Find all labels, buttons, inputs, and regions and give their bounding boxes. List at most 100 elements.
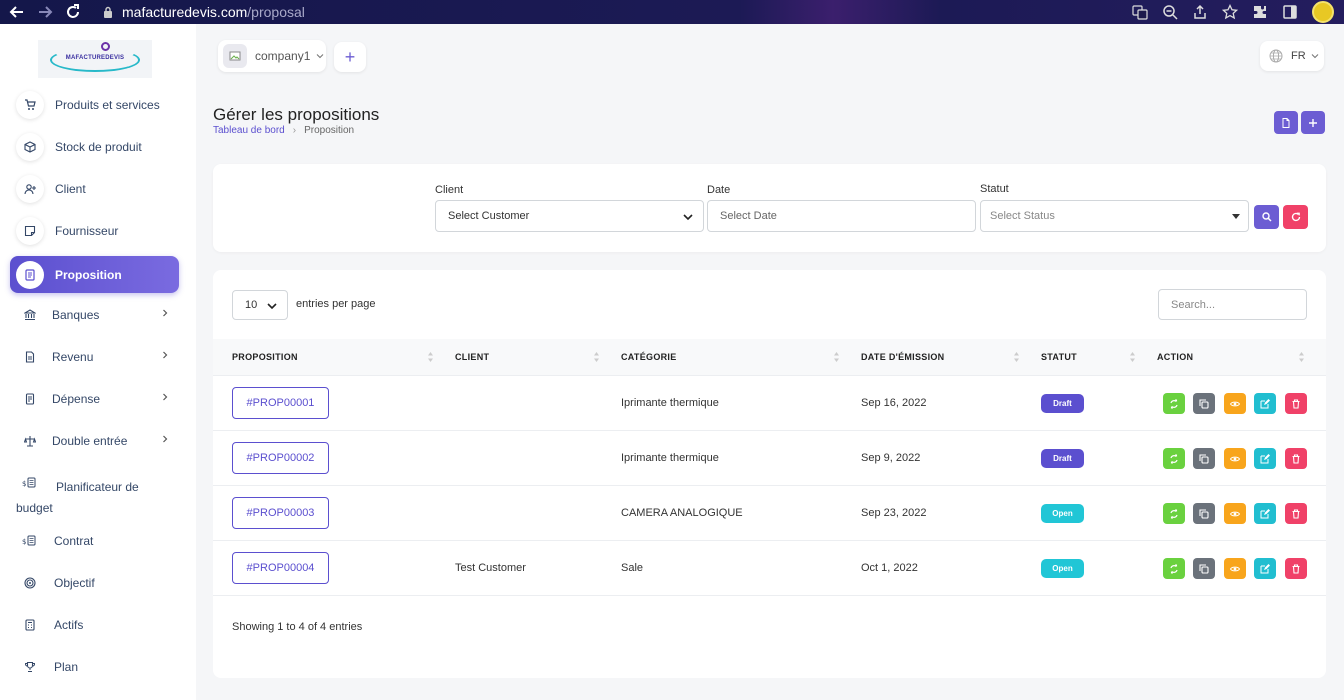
sidebar-item-label: Produits et services [55,97,160,112]
sidebar-item-label: Proposition [55,267,122,282]
search-icon [1261,212,1272,222]
column-header-proposition[interactable]: PROPOSITION [232,352,298,362]
sidebar-item-planificateur[interactable]: $ Planificateur de budget [16,470,176,515]
language-label: FR [1291,50,1306,62]
sidebar-item-label: Planificateur de budget [16,480,139,515]
breadcrumb-home-link[interactable]: Tableau de bord [213,125,285,136]
sidebar-item-label: Contrat [54,533,94,548]
column-header-client[interactable]: CLIENT [455,352,489,362]
sidebar-item-label: Dépense [52,391,101,406]
column-header-categorie[interactable]: CATÉGORIE [621,352,677,362]
delete-button[interactable] [1285,393,1307,414]
add-company-button[interactable]: + [334,42,366,72]
bookmark-star-icon[interactable] [1222,4,1238,20]
edit-button[interactable] [1254,448,1276,469]
scale-icon [17,426,43,455]
sidebar-item-plan[interactable]: Plan [10,648,179,685]
sidebar-item-actifs[interactable]: Actifs [10,606,179,643]
delete-button[interactable] [1285,558,1307,579]
category-cell: Sale [621,562,644,574]
client-select[interactable]: Select Customer [435,200,704,232]
convert-button[interactable] [1163,393,1185,414]
address-bar[interactable]: mafacturedevis.com/proposal [102,0,305,24]
sidebar-item-contrat[interactable]: $ Contrat [10,522,179,559]
view-button[interactable] [1224,393,1246,414]
sidebar-item-depense[interactable]: Dépense [10,380,179,417]
column-header-statut[interactable]: STATUT [1041,352,1077,362]
sort-icon[interactable] [833,351,840,363]
language-selector[interactable]: FR [1260,41,1324,71]
sidebar-item-objectif[interactable]: Objectif [10,564,179,601]
table-search-input[interactable] [1158,289,1307,320]
sidebar-item-fournisseur[interactable]: Fournisseur [10,212,179,249]
chevron-down-icon [316,54,324,59]
app-logo[interactable]: MAFACTUREDEVIS [38,40,152,78]
client-filter-label: Client [435,184,464,196]
edit-button[interactable] [1254,393,1276,414]
edit-button[interactable] [1254,558,1276,579]
sort-icon[interactable] [1298,351,1305,363]
duplicate-button[interactable] [1193,393,1215,414]
translate-icon[interactable] [1132,4,1148,20]
sidebar-item-produits[interactable]: Produits et services [10,86,179,123]
reload-icon [67,4,79,18]
convert-button[interactable] [1163,558,1185,579]
sidebar-item-stock[interactable]: Stock de produit [10,128,179,165]
export-button[interactable] [1274,111,1298,134]
reload-button[interactable] [62,1,84,23]
view-button[interactable] [1224,558,1246,579]
delete-button[interactable] [1285,448,1307,469]
entries-per-page-select[interactable]: 10 [232,290,288,320]
reset-filter-button[interactable] [1283,205,1308,229]
sidebar-item-banques[interactable]: Banques [10,296,179,333]
back-button[interactable] [6,1,28,23]
column-header-action: ACTION [1157,352,1194,362]
copy-icon [1199,398,1209,409]
view-button[interactable] [1224,448,1246,469]
profile-avatar[interactable] [1312,1,1334,23]
status-select[interactable]: Select Status [980,200,1249,232]
target-icon [17,568,43,597]
forward-button[interactable] [34,1,56,23]
duplicate-button[interactable] [1193,558,1215,579]
trash-icon [1292,398,1300,409]
sidebar-item-proposition[interactable]: Proposition [10,256,179,293]
category-cell: Iprimante thermique [621,397,719,409]
convert-button[interactable] [1163,448,1185,469]
client-cell: Test Customer [455,562,526,574]
edit-button[interactable] [1254,503,1276,524]
search-filter-button[interactable] [1254,205,1279,229]
proposal-id-button[interactable]: #PROP00002 [232,442,329,474]
proposal-id-button[interactable]: #PROP00001 [232,387,329,419]
date-input[interactable]: Select Date [707,200,976,232]
sort-icon[interactable] [593,351,600,363]
client-select-value: Select Customer [448,210,530,222]
duplicate-button[interactable] [1193,503,1215,524]
sort-icon[interactable] [427,351,434,363]
chevron-right-icon [163,435,168,443]
sidebar-item-client[interactable]: Client [10,170,179,207]
sort-icon[interactable] [1013,351,1020,363]
proposal-id-button[interactable]: #PROP00004 [232,552,329,584]
caret-down-icon [1232,214,1240,219]
zoom-out-icon[interactable] [1162,4,1178,20]
delete-button[interactable] [1285,503,1307,524]
entries-per-page-value: 10 [245,299,258,311]
share-icon[interactable] [1192,4,1208,20]
sidebar-item-double-entree[interactable]: Double entrée [10,422,179,459]
convert-button[interactable] [1163,503,1185,524]
duplicate-button[interactable] [1193,448,1215,469]
status-badge: Open [1041,504,1084,523]
company-selector[interactable]: company1 [218,40,326,72]
extensions-icon[interactable] [1252,4,1268,20]
sidebar-item-revenu[interactable]: Revenu [10,338,179,375]
logo-text: MAFACTUREDEVIS [65,55,125,61]
sidebar-item-label: Stock de produit [55,139,142,154]
sort-icon[interactable] [1129,351,1136,363]
column-header-date-emission[interactable]: DATE D'ÉMISSION [861,352,944,362]
view-button[interactable] [1224,503,1246,524]
proposal-id-button[interactable]: #PROP00003 [232,497,329,529]
issue-date-cell: Oct 1, 2022 [861,562,918,574]
create-proposal-button[interactable] [1301,111,1325,134]
sidebar-panel-icon[interactable] [1282,4,1298,20]
